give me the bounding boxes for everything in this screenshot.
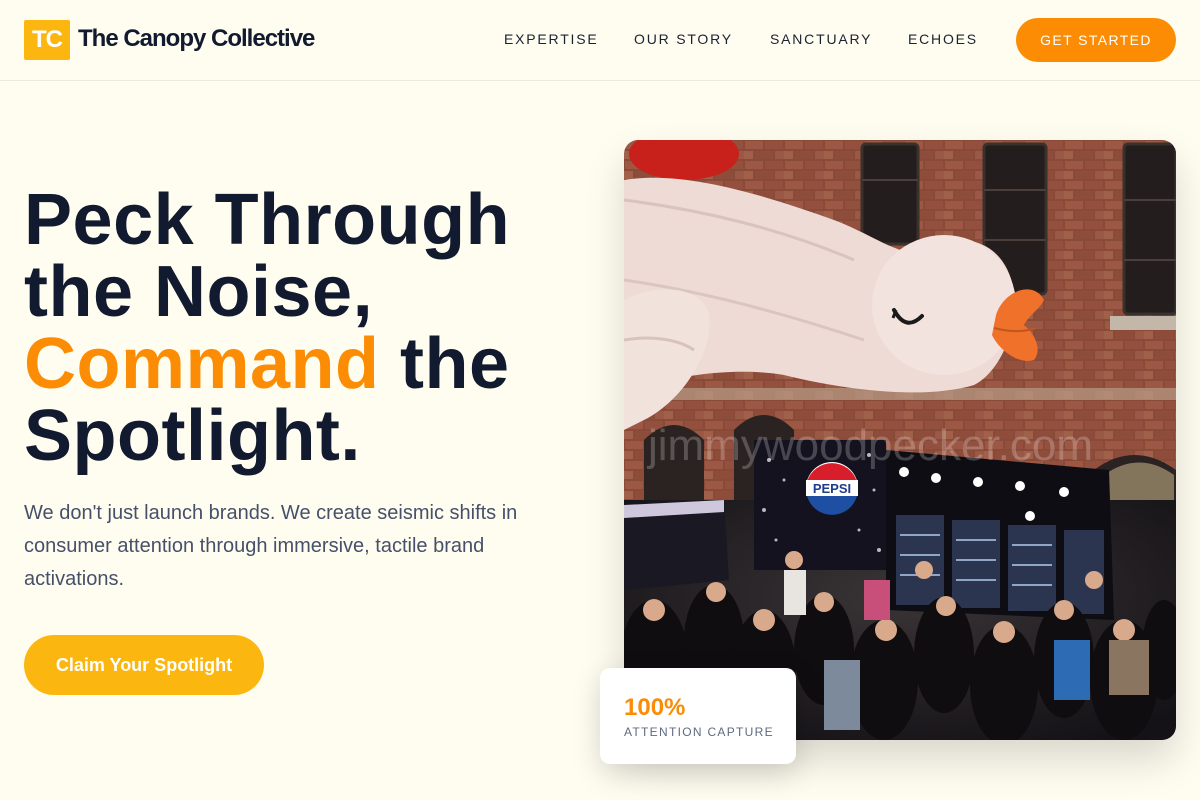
claim-spotlight-button[interactable]: Claim Your Spotlight xyxy=(24,635,264,695)
brand-name[interactable]: The Canopy Collective xyxy=(78,25,315,53)
hero-subtitle: We don't just launch brands. We create s… xyxy=(24,502,518,590)
nav-item-echoes[interactable]: ECHOES xyxy=(908,31,978,47)
nav-item-expertise[interactable]: EXPERTISE xyxy=(504,31,599,47)
hero-title-line-2: the Noise, xyxy=(24,252,374,332)
stat-label: ATTENTION CAPTURE xyxy=(624,725,774,739)
hero-title-line-3: the xyxy=(379,324,510,404)
hero-title-line-4: Spotlight. xyxy=(24,396,361,476)
image-watermark: jimmywoodpecker.com xyxy=(646,421,1093,470)
stat-card: 100% ATTENTION CAPTURE xyxy=(600,668,796,764)
hero-image: PEPSI jimmywoodpecker.com xyxy=(624,140,1176,740)
site-header: TC The Canopy Collective EXPERTISE OUR S… xyxy=(0,0,1200,81)
pepsi-sign-text: PEPSI xyxy=(813,481,851,496)
stat-value: 100% xyxy=(624,694,686,721)
hero-photo-illustration: PEPSI jimmywoodpecker.com xyxy=(624,140,1176,740)
logo-mark[interactable]: TC xyxy=(24,20,70,60)
nav-item-our-story[interactable]: OUR STORY xyxy=(634,31,733,47)
hero-title: Peck Through the Noise, Command the Spotlig… xyxy=(24,184,584,472)
hero-title-accent: Command xyxy=(24,324,380,404)
hero-title-line-1: Peck Through xyxy=(24,180,511,260)
get-started-button[interactable]: GET STARTED xyxy=(1016,18,1176,62)
nav-item-sanctuary[interactable]: SANCTUARY xyxy=(770,31,872,47)
